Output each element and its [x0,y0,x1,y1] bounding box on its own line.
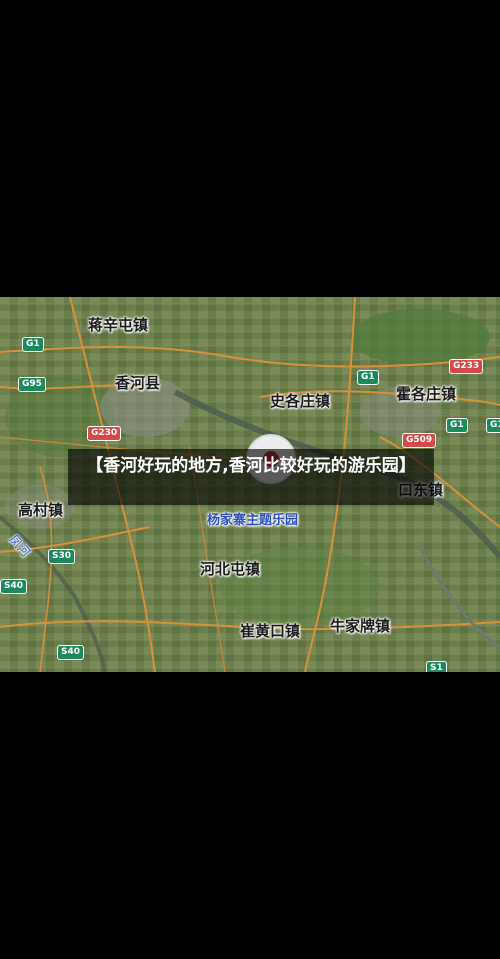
road-shield-s40: S40 [0,579,28,594]
road-shield-g509: G509 [402,433,437,448]
road-shield-g95: G95 [18,377,46,392]
place-label-shigezhuang: 史各庄镇 [270,392,331,410]
road-shield-s1: S1 [426,661,447,672]
banner-title: 【香河好玩的地方,香河比较好玩的游乐园】 [86,456,416,476]
place-label-yangjiazhai-park: 杨家寨主题乐园 [207,513,299,528]
place-label-niujiapai: 牛家牌镇 [330,617,391,635]
title-banner: 【香河好玩的地方,香河比较好玩的游乐园】 [68,449,434,505]
road-shield-g230: G230 [87,426,122,441]
place-label-hebeitun: 河北屯镇 [200,560,261,578]
road-shield-g1: G1 [22,337,44,352]
place-label-cuihuangkou: 崔黄口镇 [240,622,301,640]
place-label-xianghe-county: 香河县 [115,374,161,392]
place-label-huogezhuang: 霍各庄镇 [396,385,457,403]
road-shield-g1: G1 [486,418,500,433]
road-shield-g1: G1 [357,370,379,385]
place-label-gaocun: 高村镇 [18,501,64,519]
road-shield-s40: S40 [57,645,85,660]
road-shield-s30: S30 [48,549,76,564]
place-label-jiangxintun: 蒋辛屯镇 [88,316,149,334]
road-shield-g1: G1 [446,418,468,433]
road-shield-g233: G233 [449,359,484,374]
